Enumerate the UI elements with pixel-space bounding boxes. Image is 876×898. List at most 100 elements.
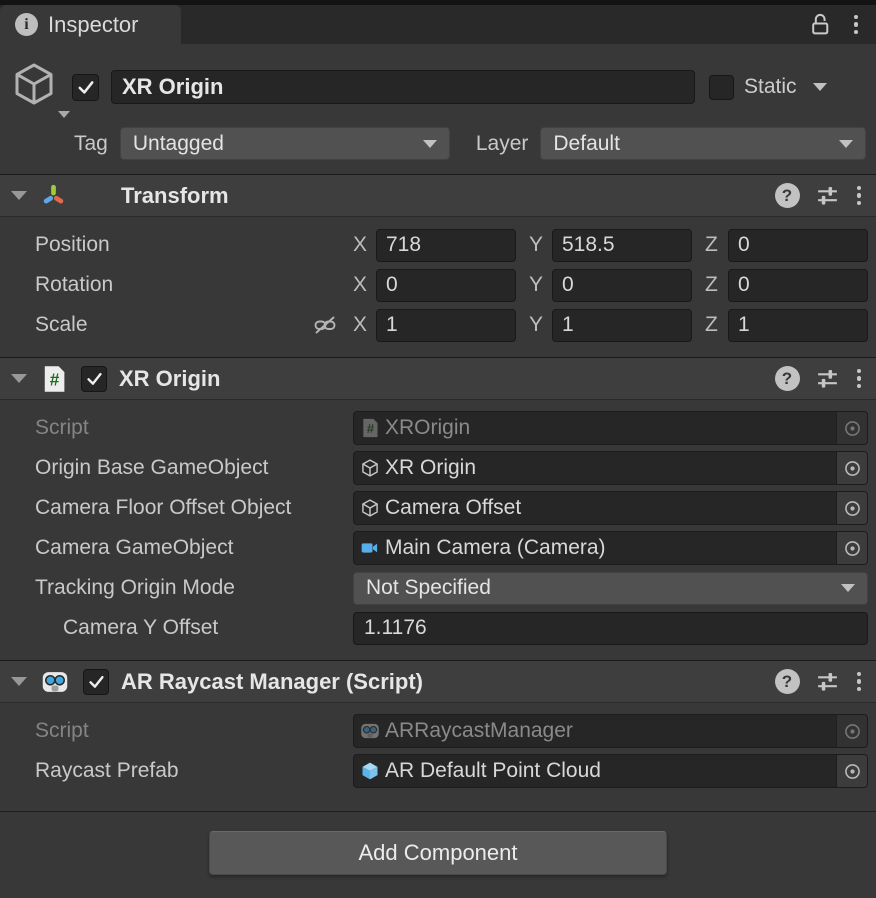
axis-y-label: Y bbox=[529, 273, 545, 297]
gameobject-icon-button[interactable] bbox=[10, 60, 72, 114]
layer-dropdown[interactable]: Default bbox=[540, 127, 866, 160]
axis-y-label: Y bbox=[529, 233, 545, 257]
component-enabled-checkbox[interactable] bbox=[83, 669, 109, 695]
object-picker-button[interactable] bbox=[836, 532, 867, 564]
gameobject-header: XR Origin Static Tag Untagged Layer Defa… bbox=[0, 44, 876, 174]
object-picker-button[interactable] bbox=[836, 755, 867, 787]
script-value: XROrigin bbox=[385, 416, 470, 440]
camera-floor-offset-field[interactable]: Camera Offset bbox=[353, 491, 868, 525]
foldout-arrow-icon[interactable] bbox=[11, 677, 27, 686]
help-icon[interactable]: ? bbox=[775, 669, 800, 694]
object-picker-button[interactable] bbox=[836, 492, 867, 524]
unlock-icon[interactable] bbox=[809, 12, 832, 37]
rotation-y-field[interactable]: 0 bbox=[552, 269, 692, 302]
component-enabled-checkbox[interactable] bbox=[81, 366, 107, 392]
scale-z-field[interactable]: 1 bbox=[728, 309, 868, 342]
camera-y-offset-field[interactable]: 1.1176 bbox=[353, 612, 868, 645]
script-label: Script bbox=[35, 416, 89, 440]
presets-sliders-icon[interactable] bbox=[815, 183, 840, 208]
raycast-prefab-label: Raycast Prefab bbox=[35, 759, 179, 783]
kebab-menu-icon[interactable] bbox=[855, 184, 864, 208]
object-picker-button[interactable] bbox=[836, 715, 867, 747]
raycast-prefab-field[interactable]: AR Default Point Cloud bbox=[353, 754, 868, 788]
scale-y-field[interactable]: 1 bbox=[552, 309, 692, 342]
object-picker-button[interactable] bbox=[836, 412, 867, 444]
ar-goggles-icon bbox=[40, 668, 70, 696]
kebab-menu-icon[interactable] bbox=[852, 13, 861, 37]
position-y-field[interactable]: 518.5 bbox=[552, 229, 692, 262]
script-object-field: ARRaycastManager bbox=[353, 714, 868, 748]
target-picker-icon bbox=[842, 721, 863, 742]
origin-base-gameobject-field[interactable]: XR Origin bbox=[353, 451, 868, 485]
active-checkbox[interactable] bbox=[72, 74, 99, 101]
foldout-arrow-icon[interactable] bbox=[11, 191, 27, 200]
static-dropdown-arrow-icon[interactable] bbox=[813, 83, 827, 91]
script-row: Script ARRaycastManager bbox=[0, 711, 876, 751]
script-value: ARRaycastManager bbox=[385, 719, 573, 743]
chevron-down-icon bbox=[58, 111, 70, 118]
foldout-arrow-icon[interactable] bbox=[11, 374, 27, 383]
check-icon bbox=[87, 672, 106, 691]
tab-title: Inspector bbox=[48, 12, 139, 38]
position-z-field[interactable]: 0 bbox=[728, 229, 868, 262]
presets-sliders-icon[interactable] bbox=[815, 366, 840, 391]
camera-floor-offset-value: Camera Offset bbox=[385, 496, 521, 520]
static-label: Static bbox=[744, 75, 797, 99]
ar-raycast-manager-body: Script ARRaycastManager bbox=[0, 703, 876, 803]
scale-row: Scale X 1 Y 1 bbox=[0, 305, 876, 345]
cube-outline-icon bbox=[360, 498, 380, 518]
check-icon bbox=[76, 77, 96, 97]
xr-origin-header[interactable]: # XR Origin ? bbox=[0, 357, 876, 400]
tab-bar: i Inspector bbox=[0, 5, 876, 44]
kebab-menu-icon[interactable] bbox=[855, 670, 864, 694]
axis-x-label: X bbox=[353, 313, 369, 337]
object-picker-button[interactable] bbox=[836, 452, 867, 484]
camera-y-offset-value: 1.1176 bbox=[364, 616, 427, 640]
camera-floor-offset-label: Camera Floor Offset Object bbox=[35, 496, 291, 520]
chevron-down-icon bbox=[423, 140, 437, 148]
add-component-button[interactable]: Add Component bbox=[209, 831, 667, 875]
ar-goggles-icon bbox=[360, 721, 380, 741]
csharp-script-icon: # bbox=[40, 364, 68, 394]
rotation-z-field[interactable]: 0 bbox=[728, 269, 868, 302]
origin-base-gameobject-value: XR Origin bbox=[385, 456, 476, 480]
layer-value: Default bbox=[553, 132, 620, 156]
static-checkbox[interactable] bbox=[709, 75, 734, 100]
position-x-field[interactable]: 718 bbox=[376, 229, 516, 262]
presets-sliders-icon[interactable] bbox=[815, 669, 840, 694]
chevron-down-icon bbox=[839, 140, 853, 148]
check-icon bbox=[85, 369, 104, 388]
tracking-origin-mode-dropdown[interactable]: Not Specified bbox=[353, 572, 868, 605]
script-row: Script # XROrigin bbox=[0, 408, 876, 448]
ar-raycast-manager-header[interactable]: AR Raycast Manager (Script) ? bbox=[0, 660, 876, 703]
csharp-script-icon: # bbox=[360, 417, 380, 439]
script-label: Script bbox=[35, 719, 89, 743]
ar-raycast-manager-title: AR Raycast Manager (Script) bbox=[121, 669, 423, 695]
link-off-icon[interactable] bbox=[312, 312, 338, 338]
help-icon[interactable]: ? bbox=[775, 366, 800, 391]
rotation-label: Rotation bbox=[35, 273, 113, 297]
help-icon[interactable]: ? bbox=[775, 183, 800, 208]
transform-header[interactable]: Transform ? bbox=[0, 174, 876, 217]
position-row: Position X 718 Y 518.5 Z 0 bbox=[0, 225, 876, 265]
gameobject-name-field[interactable]: XR Origin bbox=[111, 70, 695, 104]
scale-x-field[interactable]: 1 bbox=[376, 309, 516, 342]
target-picker-icon bbox=[842, 538, 863, 559]
tab-inspector[interactable]: i Inspector bbox=[0, 5, 181, 44]
chevron-down-icon bbox=[841, 584, 855, 592]
tag-value: Untagged bbox=[133, 132, 224, 156]
tag-label: Tag bbox=[74, 132, 108, 156]
kebab-menu-icon[interactable] bbox=[855, 367, 864, 391]
add-component-label: Add Component bbox=[359, 840, 518, 866]
footer: Add Component bbox=[0, 812, 876, 875]
camera-gameobject-field[interactable]: Main Camera (Camera) bbox=[353, 531, 868, 565]
rotation-row: Rotation X 0 Y 0 Z 0 bbox=[0, 265, 876, 305]
position-label: Position bbox=[35, 233, 110, 257]
svg-text:#: # bbox=[50, 369, 60, 389]
transform-body: Position X 718 Y 518.5 Z 0 Rotation bbox=[0, 217, 876, 357]
raycast-prefab-value: AR Default Point Cloud bbox=[385, 759, 601, 783]
target-picker-icon bbox=[842, 458, 863, 479]
target-picker-icon bbox=[842, 761, 863, 782]
rotation-x-field[interactable]: 0 bbox=[376, 269, 516, 302]
tag-dropdown[interactable]: Untagged bbox=[120, 127, 450, 160]
